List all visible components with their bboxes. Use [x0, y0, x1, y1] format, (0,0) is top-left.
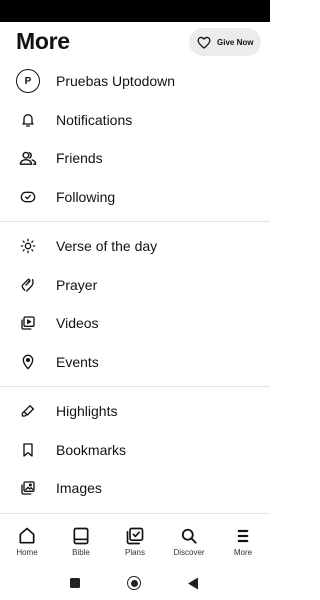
- menu-label: Images: [56, 480, 102, 496]
- tab-home[interactable]: Home: [0, 514, 54, 564]
- tab-discover[interactable]: Discover: [162, 514, 216, 564]
- profile-item[interactable]: P Pruebas Uptodown: [0, 62, 270, 100]
- bible-icon: [73, 527, 89, 545]
- section-divider: [0, 221, 270, 222]
- menu-item-bookmarks[interactable]: Bookmarks: [0, 431, 270, 469]
- plans-check-icon: [126, 527, 144, 545]
- menu-label: Notifications: [56, 112, 133, 128]
- menu-label: Events: [56, 354, 99, 370]
- heart-icon: [197, 36, 211, 49]
- menu-item-friends[interactable]: Friends: [0, 139, 270, 177]
- tab-label: Discover: [173, 548, 205, 557]
- friends-icon: [16, 146, 40, 170]
- menu-label: Friends: [56, 150, 103, 166]
- tab-bible[interactable]: Bible: [54, 514, 108, 564]
- menu-item-verse-of-the-day[interactable]: Verse of the day: [0, 227, 270, 265]
- praying-hands-icon: [16, 273, 40, 297]
- bell-icon: [16, 108, 40, 132]
- give-now-button[interactable]: Give Now: [189, 28, 261, 56]
- menu-label: Following: [56, 189, 116, 205]
- tab-label: Home: [16, 548, 38, 557]
- menu-label: Prayer: [56, 277, 98, 293]
- back-icon[interactable]: [187, 577, 199, 590]
- menu-item-following[interactable]: Following: [0, 178, 270, 216]
- tab-label: Plans: [124, 548, 145, 557]
- highlighter-icon: [16, 399, 40, 423]
- search-icon: [181, 528, 197, 544]
- menu-lines-icon: [237, 529, 249, 543]
- page-header: More Give Now: [0, 26, 270, 60]
- menu-item-notifications[interactable]: Notifications: [0, 101, 270, 139]
- menu-item-prayer[interactable]: Prayer: [0, 266, 270, 304]
- menu-item-highlights[interactable]: Highlights: [0, 392, 270, 430]
- home-system-button[interactable]: [127, 576, 141, 590]
- recents-button[interactable]: [70, 578, 80, 588]
- following-check-icon: [16, 185, 40, 209]
- system-nav-bar: [0, 564, 270, 600]
- page-title: More: [16, 28, 70, 54]
- menu-item-images[interactable]: Images: [0, 469, 270, 507]
- section-divider: [0, 386, 270, 387]
- give-now-label: Give Now: [217, 37, 254, 47]
- avatar: P: [16, 69, 40, 93]
- video-icon: [16, 311, 40, 335]
- menu-label: Highlights: [56, 403, 118, 419]
- tab-plans[interactable]: Plans: [108, 514, 162, 564]
- images-icon: [16, 476, 40, 500]
- location-pin-icon: [16, 350, 40, 374]
- bottom-nav: Home Bible Plans Discover More: [0, 513, 270, 564]
- menu-item-videos[interactable]: Videos: [0, 304, 270, 342]
- status-bar: [0, 0, 270, 22]
- menu-item-events[interactable]: Events: [0, 343, 270, 381]
- profile-name: Pruebas Uptodown: [56, 73, 176, 89]
- home-icon: [19, 527, 35, 544]
- menu-label: Videos: [56, 315, 99, 331]
- menu-label: Bookmarks: [56, 442, 127, 458]
- tab-label: More: [233, 548, 253, 557]
- sun-icon: [16, 234, 40, 258]
- bookmark-icon: [16, 438, 40, 462]
- menu-label: Verse of the day: [56, 238, 158, 254]
- tab-label: Bible: [72, 548, 90, 557]
- tab-more[interactable]: More: [216, 514, 270, 564]
